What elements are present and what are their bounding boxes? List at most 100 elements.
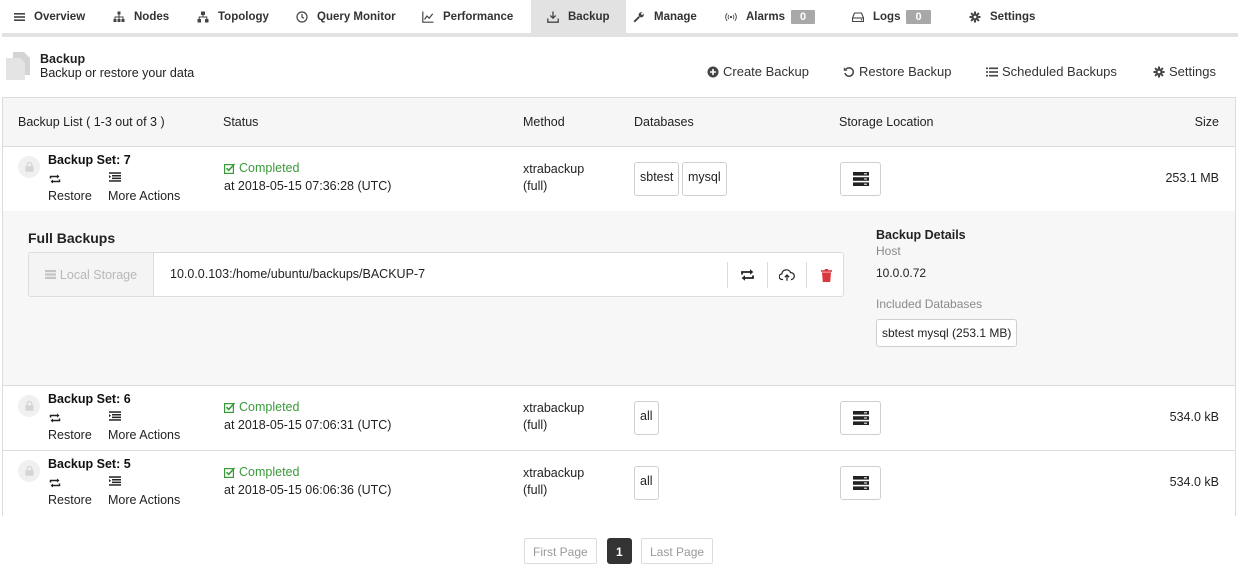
host-label: Host [876,244,901,258]
delete-backup-button[interactable] [806,262,845,288]
cloud-upload-icon [779,269,795,281]
tab-label: Backup [568,10,610,23]
more-actions-icon[interactable] [108,475,122,487]
tab-overview[interactable]: Overview [13,0,85,33]
tab-label: Topology [218,10,269,23]
storage-list-icon [44,270,56,279]
status-completed: Completed [224,400,299,414]
status-completed: Completed [224,161,299,175]
more-actions-button[interactable]: More Actions [108,493,180,507]
tab-logs[interactable]: Logs 0 [852,0,931,33]
list-icon [986,67,998,77]
wrench-icon [633,11,645,23]
trash-icon [820,268,832,282]
tab-backup[interactable]: Backup [531,0,626,33]
tab-query-monitor[interactable]: Query Monitor [296,0,396,33]
broadcast-icon [725,11,737,23]
column-size: Size [1194,115,1219,129]
backup-set-title: Backup Set: 5 [48,457,131,471]
page-title: Backup [40,52,86,66]
backup-size: 534.0 kB [1169,410,1219,424]
restore-icon[interactable] [48,477,62,489]
clock-icon [296,10,308,23]
column-databases: Databases [634,115,694,129]
server-icon [852,476,869,490]
table-row[interactable]: Backup Set: 5 Restore More Actions Compl… [3,451,1235,516]
tab-alarms[interactable]: Alarms 0 [725,0,816,33]
restore-button[interactable]: Restore [48,189,92,203]
check-square-icon [224,401,235,413]
more-actions-button[interactable]: More Actions [108,189,180,203]
method-cell: xtrabackup (full) [523,400,584,434]
tab-label: Manage [654,10,697,23]
storage-location-button[interactable] [840,401,881,435]
nav-underline [2,33,1238,37]
backup-size: 253.1 MB [1165,171,1219,185]
nodes-icon [113,11,125,23]
full-backup-entry: Local Storage 10.0.0.103:/home/ubuntu/ba… [28,252,844,297]
status-completed: Completed [224,465,299,479]
restore-icon[interactable] [48,412,62,424]
method-cell: xtrabackup (full) [523,161,584,195]
restore-backup-button[interactable]: Restore Backup [843,64,952,79]
first-page-button[interactable]: First Page [524,538,597,564]
completed-at: at 2018-05-15 07:36:28 (UTC) [224,179,392,193]
tab-nodes[interactable]: Nodes [113,0,169,33]
included-databases-chip: sbtest mysql (253.1 MB) [876,319,1018,347]
more-actions-icon[interactable] [108,410,122,422]
storage-location-button[interactable] [840,466,881,500]
check-square-icon [224,162,235,174]
backup-set-title: Backup Set: 6 [48,392,131,406]
backup-details-panel: Full Backups Local Storage 10.0.0.103:/h… [3,211,1235,386]
restore-icon[interactable] [48,173,62,185]
current-page-button[interactable]: 1 [607,538,632,564]
more-actions-button[interactable]: More Actions [108,428,180,442]
more-actions-icon[interactable] [108,171,122,183]
restore-button[interactable]: Restore [48,493,92,507]
full-backups-title: Full Backups [28,230,116,246]
status-label: Completed [239,400,300,414]
column-method: Method [523,115,565,129]
backup-details-title: Backup Details [876,228,966,242]
scheduled-backups-button[interactable]: Scheduled Backups [986,64,1117,79]
table-row[interactable]: Backup Set: 6 Restore More Actions Compl… [3,386,1235,451]
method-type: (full) [523,483,548,497]
create-backup-button[interactable]: Create Backup [707,64,809,79]
method-name: xtrabackup [523,162,585,176]
local-storage-text: Local Storage [59,267,138,282]
status-label: Completed [239,161,300,175]
menu-icon [13,11,25,23]
tab-label: Query Monitor [317,10,396,23]
hdd-icon [852,11,864,23]
storage-location-button[interactable] [840,162,881,196]
backup-settings-button[interactable]: Settings [1153,64,1216,79]
backup-table: Backup List ( 1-3 out of 3 ) Status Meth… [2,97,1236,516]
method-name: xtrabackup [523,401,585,415]
tab-topology[interactable]: Topology [197,0,269,33]
top-nav: Overview Nodes Topology Query Monitor Pe… [0,0,1240,33]
method-cell: xtrabackup (full) [523,465,584,499]
restore-button[interactable]: Restore [48,428,92,442]
tab-settings[interactable]: Settings [969,0,1035,33]
restore-backup-entry-button[interactable] [727,262,766,288]
method-type: (full) [523,418,548,432]
table-row[interactable]: Backup Set: 7 Restore More Actions Compl… [3,147,1235,212]
tab-performance[interactable]: Performance [422,0,513,33]
status-label: Completed [239,465,300,479]
method-name: xtrabackup [523,466,585,480]
chart-icon [422,11,434,23]
create-backup-label: Create Backup [723,64,809,79]
tab-manage[interactable]: Manage [633,0,697,33]
page-subtitle: Backup or restore your data [40,66,195,80]
plus-circle-icon [707,66,719,78]
column-backup-list: Backup List ( 1-3 out of 3 ) [18,115,165,129]
topology-icon [197,11,209,23]
tab-label: Alarms [746,10,785,23]
tab-label: Performance [443,10,514,23]
backup-set-title: Backup Set: 7 [48,153,131,167]
last-page-button[interactable]: Last Page [641,538,714,564]
lock-icon [18,460,40,482]
gear-icon [1153,66,1165,78]
local-storage-label: Local Storage [29,253,154,296]
upload-to-cloud-button[interactable] [767,262,806,288]
